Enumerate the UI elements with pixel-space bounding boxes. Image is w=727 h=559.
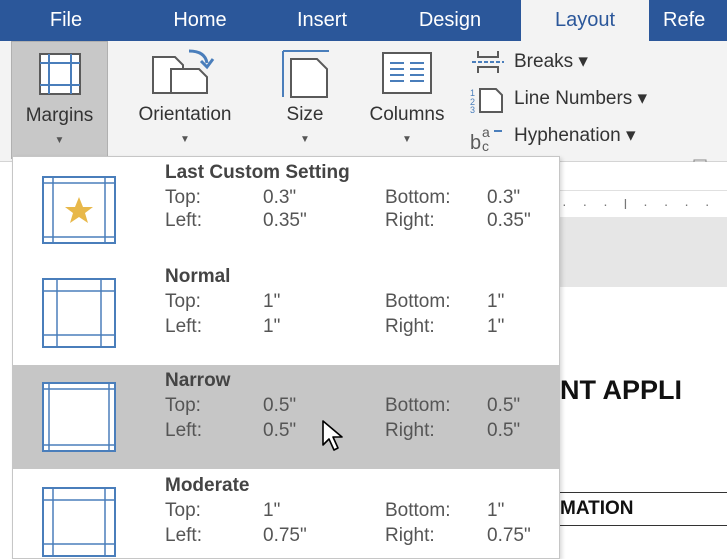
breaks-button[interactable]: Breaks ▾ bbox=[470, 45, 650, 79]
left-label: Left: bbox=[165, 316, 202, 337]
svg-text:b: b bbox=[470, 132, 481, 153]
mouse-cursor-icon bbox=[322, 420, 343, 451]
margins-option-moderate[interactable]: Moderate Top: 1" Bottom: 1" Left: 0.75" … bbox=[13, 470, 559, 558]
right-label: Right: bbox=[385, 316, 435, 337]
breaks-label: Breaks ▾ bbox=[514, 51, 588, 72]
left-value: 0.75" bbox=[263, 525, 307, 546]
bottom-value: 0.5" bbox=[487, 395, 521, 416]
margins-dropdown-arrow-icon: ▼ bbox=[54, 135, 65, 146]
left-label: Left: bbox=[165, 525, 202, 546]
tab-design[interactable]: Design bbox=[395, 0, 505, 41]
tab-insert[interactable]: Insert bbox=[276, 0, 368, 41]
top-label: Top: bbox=[165, 187, 201, 208]
hyphenation-label: Hyphenation ▾ bbox=[514, 125, 636, 146]
bottom-label: Bottom: bbox=[385, 187, 451, 208]
line-numbers-button[interactable]: 1 2 3 Line Numbers ▾ bbox=[470, 82, 710, 116]
margins-option-narrow[interactable]: Narrow Top: 0.5" Bottom: 0.5" Left: 0.5"… bbox=[13, 365, 559, 469]
tab-layout[interactable]: Layout bbox=[521, 0, 649, 41]
bottom-value: 0.3" bbox=[487, 187, 521, 208]
breaks-icon bbox=[472, 51, 504, 73]
bottom-value: 1" bbox=[487, 291, 505, 312]
top-label: Top: bbox=[165, 500, 201, 521]
columns-dropdown-arrow-icon: ▼ bbox=[402, 134, 412, 145]
last-custom-margin-icon bbox=[42, 176, 116, 244]
ribbon-page-setup-group: Margins ▼ Orientation ▼ Size ▼ Columns ▼… bbox=[0, 41, 727, 173]
document-background-band bbox=[560, 217, 727, 287]
columns-button[interactable]: Columns ▼ bbox=[352, 41, 462, 159]
svg-text:3: 3 bbox=[470, 105, 475, 114]
columns-label: Columns bbox=[369, 104, 445, 125]
line-numbers-label: Line Numbers ▾ bbox=[514, 88, 648, 109]
left-value: 0.35" bbox=[263, 210, 307, 231]
columns-icon bbox=[382, 52, 432, 94]
size-label: Size bbox=[286, 104, 324, 125]
right-label: Right: bbox=[385, 525, 435, 546]
margins-dropdown-menu: Last Custom Setting Top: 0.3" Bottom: 0.… bbox=[12, 156, 560, 559]
left-label: Left: bbox=[165, 420, 202, 441]
option-name: Last Custom Setting bbox=[165, 162, 350, 183]
bottom-label: Bottom: bbox=[385, 291, 451, 312]
hyphenation-icon: b a c bbox=[470, 124, 502, 153]
horizontal-ruler: · · · ǀ · · · · bbox=[560, 190, 727, 218]
orientation-label: Orientation bbox=[138, 104, 232, 125]
top-label: Top: bbox=[165, 291, 201, 312]
margins-option-normal[interactable]: Normal Top: 1" Bottom: 1" Left: 1" Right… bbox=[13, 261, 559, 364]
orientation-button[interactable]: Orientation ▼ bbox=[116, 41, 254, 159]
right-value: 1" bbox=[487, 316, 505, 337]
size-button[interactable]: Size ▼ bbox=[270, 41, 340, 159]
right-value: 0.35" bbox=[487, 210, 531, 231]
tab-file[interactable]: File bbox=[26, 0, 106, 41]
right-value: 0.5" bbox=[487, 420, 521, 441]
ribbon-tab-bar: File Home Insert Design Layout Refe bbox=[0, 0, 727, 41]
right-value: 0.75" bbox=[487, 525, 531, 546]
right-label: Right: bbox=[385, 210, 435, 231]
top-value: 0.5" bbox=[263, 395, 297, 416]
left-label: Left: bbox=[165, 210, 202, 231]
bottom-label: Bottom: bbox=[385, 395, 451, 416]
top-label: Top: bbox=[165, 395, 201, 416]
orientation-icon bbox=[152, 49, 215, 94]
option-name: Narrow bbox=[165, 370, 231, 391]
left-value: 1" bbox=[263, 316, 281, 337]
document-subheading: MATION bbox=[560, 492, 727, 526]
tab-references[interactable]: Refe bbox=[663, 0, 727, 41]
option-name: Moderate bbox=[165, 475, 250, 496]
tab-home[interactable]: Home bbox=[150, 0, 250, 41]
moderate-margin-icon bbox=[42, 487, 116, 557]
hyphenation-button[interactable]: b a c Hyphenation ▾ bbox=[470, 119, 710, 153]
left-value: 0.5" bbox=[263, 420, 297, 441]
svg-text:c: c bbox=[482, 138, 489, 153]
bottom-label: Bottom: bbox=[385, 500, 451, 521]
margins-button[interactable]: Margins ▼ bbox=[11, 41, 108, 159]
size-dropdown-arrow-icon: ▼ bbox=[300, 134, 310, 145]
margins-icon bbox=[39, 53, 81, 95]
size-icon bbox=[282, 50, 329, 98]
option-name: Normal bbox=[165, 266, 231, 287]
bottom-value: 1" bbox=[487, 500, 505, 521]
margins-option-last-custom[interactable]: Last Custom Setting Top: 0.3" Bottom: 0.… bbox=[13, 157, 559, 260]
top-value: 0.3" bbox=[263, 187, 297, 208]
margins-label: Margins bbox=[25, 105, 94, 126]
document-heading: NT APPLI bbox=[560, 375, 683, 405]
narrow-margin-icon bbox=[42, 382, 116, 452]
top-value: 1" bbox=[263, 291, 281, 312]
line-numbers-icon: 1 2 3 bbox=[470, 88, 503, 114]
orientation-dropdown-arrow-icon: ▼ bbox=[180, 134, 190, 145]
top-value: 1" bbox=[263, 500, 281, 521]
document-area[interactable]: · · · ǀ · · · · NT APPLI MATION bbox=[560, 162, 727, 559]
right-label: Right: bbox=[385, 420, 435, 441]
normal-margin-icon bbox=[42, 278, 116, 348]
